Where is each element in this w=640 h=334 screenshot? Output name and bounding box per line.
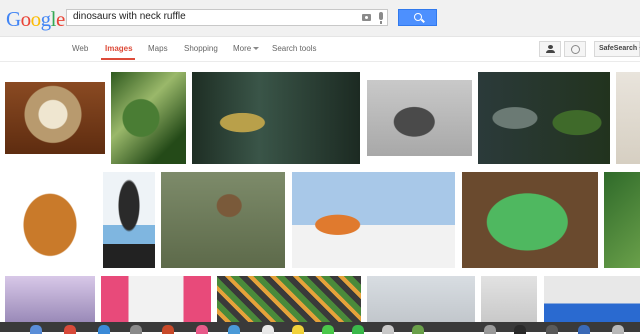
image-result-dinosaur-print-fabric[interactable] [217, 276, 361, 322]
image-result-woman-outdoors[interactable] [367, 276, 475, 322]
image-result-green-plush[interactable] [604, 172, 640, 268]
microphone-icon[interactable] [379, 12, 383, 24]
image-result-woman-standing[interactable] [481, 276, 537, 322]
app-icon[interactable] [546, 325, 558, 334]
search-nav: Web Images Maps Shopping More Search too… [0, 37, 640, 62]
tab-shopping[interactable]: Shopping [184, 44, 218, 53]
tab-more[interactable]: More [233, 44, 260, 53]
tab-maps[interactable]: Maps [148, 44, 168, 53]
finder-icon[interactable] [30, 325, 42, 334]
mail-icon[interactable] [130, 325, 142, 334]
app-store-icon[interactable] [412, 325, 424, 334]
search-tools-button[interactable]: Search tools [272, 44, 316, 53]
image-result-dilophosaurus[interactable] [478, 72, 610, 164]
image-result-lizard[interactable] [5, 82, 105, 154]
person-icon [546, 45, 555, 53]
search-input[interactable]: dinosaurs with neck ruffle [66, 9, 388, 26]
magnifier-icon [414, 13, 422, 21]
logo-letter: o [20, 7, 32, 31]
photos-icon[interactable] [262, 325, 274, 334]
image-result-dino-shirt[interactable] [5, 276, 95, 322]
safari-icon[interactable] [98, 325, 110, 334]
notes-icon[interactable] [292, 325, 304, 334]
active-tab-indicator [101, 58, 135, 60]
chevron-down-icon [253, 47, 260, 51]
logo-letter: o [30, 7, 42, 31]
logo-letter: g [40, 7, 52, 31]
safesearch-button[interactable]: SafeSearch [594, 41, 640, 57]
image-result-fox-figurine[interactable] [292, 172, 455, 268]
search-button[interactable] [398, 9, 437, 26]
terminal-icon[interactable] [514, 325, 526, 334]
image-result-pink-raglan-shirt[interactable] [101, 276, 211, 322]
downloads-icon[interactable] [578, 325, 590, 334]
image-result-frilled-lizard-running[interactable] [161, 172, 285, 268]
facetime-icon[interactable] [352, 325, 364, 334]
logo-letter: G [6, 7, 21, 31]
camera-icon[interactable] [362, 14, 371, 21]
preferences-icon[interactable] [484, 325, 496, 334]
safesearch-label: SafeSearch [599, 45, 638, 52]
header-bar: Google dinosaurs with neck ruffle [0, 0, 640, 37]
tab-more-label: More [233, 44, 252, 53]
itunes-icon[interactable] [382, 325, 394, 334]
tab-images[interactable]: Images [105, 44, 133, 53]
contacts-icon[interactable] [162, 325, 174, 334]
search-query-text: dinosaurs with neck ruffle [73, 11, 186, 22]
image-result-blue-costume[interactable] [544, 276, 640, 322]
launchpad-icon[interactable] [64, 325, 76, 334]
calendar-icon[interactable] [196, 325, 208, 334]
image-result-green-shirt[interactable] [462, 172, 598, 268]
image-result-triceratops-skull[interactable] [367, 80, 472, 156]
globe-button[interactable] [564, 41, 586, 57]
chrome-icon[interactable] [228, 325, 240, 334]
image-result-styracosaurus-toy[interactable] [5, 172, 95, 268]
globe-icon [571, 45, 580, 54]
image-result-green-dinosaur[interactable] [111, 72, 186, 164]
image-result-jurassic-park-scene[interactable] [192, 72, 360, 164]
tab-web[interactable]: Web [72, 44, 88, 53]
image-result-girl-in-costume[interactable] [103, 172, 155, 268]
logo-letter: e [56, 7, 65, 31]
image-result-necklaces[interactable] [616, 72, 640, 164]
messages-icon[interactable] [322, 325, 334, 334]
account-button[interactable] [539, 41, 561, 57]
trash-icon[interactable] [612, 325, 624, 334]
os-dock [0, 322, 640, 332]
google-logo[interactable]: Google [6, 7, 65, 32]
